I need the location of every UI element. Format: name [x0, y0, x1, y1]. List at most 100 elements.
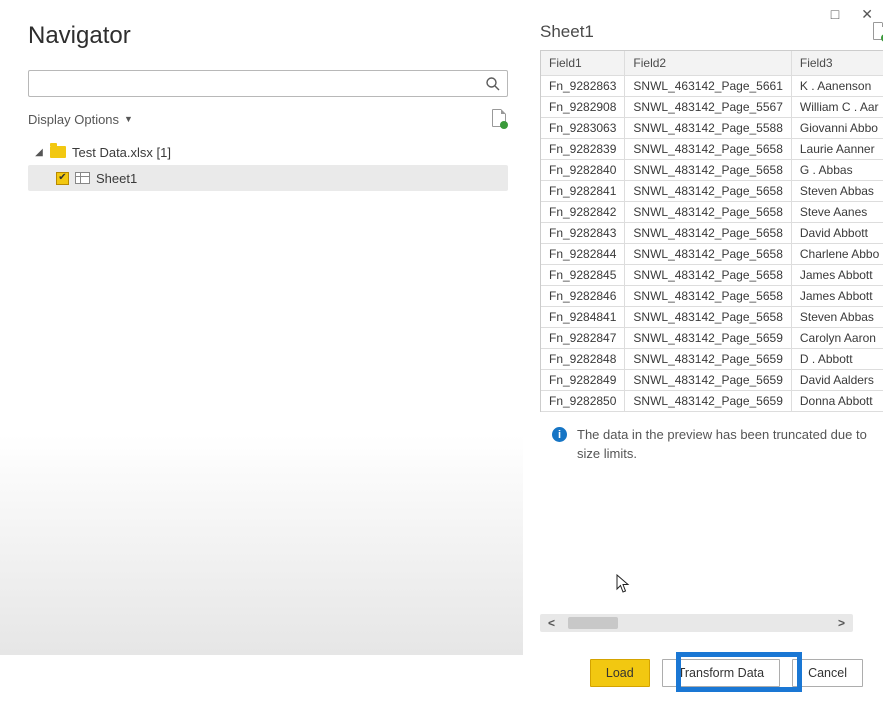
table-row[interactable]: Fn_9282908SNWL_483142_Page_5567William C… — [541, 97, 883, 118]
display-options-dropdown[interactable]: Display Options ▼ — [28, 112, 133, 127]
table-cell: Steven Abbas — [791, 307, 883, 328]
scroll-right-icon[interactable]: > — [838, 616, 845, 630]
preview-refresh-icon[interactable] — [873, 22, 883, 42]
table-cell: K . Aanenson — [791, 76, 883, 97]
collapse-caret-icon[interactable]: ◢ — [34, 147, 44, 158]
table-cell: James Abbott — [791, 286, 883, 307]
table-row[interactable]: Fn_9282846SNWL_483142_Page_5658James Abb… — [541, 286, 883, 307]
table-cell: SNWL_483142_Page_5658 — [625, 286, 791, 307]
table-cell: SNWL_483142_Page_5659 — [625, 370, 791, 391]
table-row[interactable]: Fn_9282848SNWL_483142_Page_5659D . Abbot… — [541, 349, 883, 370]
tree-view: ◢ Test Data.xlsx [1] ✔ Sheet1 — [28, 139, 508, 191]
table-cell: Steve Aanes — [791, 202, 883, 223]
file-label: Test Data.xlsx [1] — [72, 145, 171, 160]
table-cell: Fn_9282841 — [541, 181, 625, 202]
table-cell: SNWL_483142_Page_5658 — [625, 307, 791, 328]
table-cell: Fn_9282846 — [541, 286, 625, 307]
table-row[interactable]: Fn_9282849SNWL_483142_Page_5659David Aal… — [541, 370, 883, 391]
transform-data-button[interactable]: Transform Data — [662, 659, 780, 687]
tree-file-row[interactable]: ◢ Test Data.xlsx [1] — [28, 139, 508, 165]
preview-title: Sheet1 — [540, 22, 594, 42]
table-cell: Fn_9282843 — [541, 223, 625, 244]
table-row[interactable]: Fn_9282845SNWL_483142_Page_5658James Abb… — [541, 265, 883, 286]
table-cell: SNWL_483142_Page_5658 — [625, 223, 791, 244]
table-row[interactable]: Fn_9282843SNWL_483142_Page_5658David Abb… — [541, 223, 883, 244]
table-row[interactable]: Fn_9282847SNWL_483142_Page_5659Carolyn A… — [541, 328, 883, 349]
table-cell: Giovanni Abbo — [791, 118, 883, 139]
table-cell: SNWL_483142_Page_5659 — [625, 328, 791, 349]
table-cell: Fn_9282848 — [541, 349, 625, 370]
sheet-label: Sheet1 — [96, 171, 137, 186]
search-input[interactable] — [35, 76, 485, 91]
checkbox-checked-icon[interactable]: ✔ — [56, 172, 69, 185]
table-cell: SNWL_483142_Page_5659 — [625, 391, 791, 412]
table-cell: D . Abbott — [791, 349, 883, 370]
truncation-notice: i The data in the preview has been trunc… — [540, 426, 883, 464]
table-cell: SNWL_483142_Page_5567 — [625, 97, 791, 118]
table-cell: Charlene Abbo — [791, 244, 883, 265]
table-row[interactable]: Fn_9282839SNWL_483142_Page_5658Laurie Aa… — [541, 139, 883, 160]
display-options-label: Display Options — [28, 112, 119, 127]
table-cell: David Aalders — [791, 370, 883, 391]
table-row[interactable]: Fn_9282840SNWL_483142_Page_5658G . Abbas — [541, 160, 883, 181]
table-cell: Laurie Aanner — [791, 139, 883, 160]
table-row[interactable]: Fn_9284841SNWL_483142_Page_5658Steven Ab… — [541, 307, 883, 328]
table-cell: David Abbott — [791, 223, 883, 244]
table-cell: Fn_9282849 — [541, 370, 625, 391]
page-title: Navigator — [28, 22, 508, 50]
table-row[interactable]: Fn_9283063SNWL_483142_Page_5588Giovanni … — [541, 118, 883, 139]
table-cell: Fn_9282839 — [541, 139, 625, 160]
chevron-down-icon: ▼ — [124, 114, 133, 124]
table-cell: Donna Abbott — [791, 391, 883, 412]
scroll-thumb[interactable] — [568, 617, 618, 629]
column-header[interactable]: Field1 — [541, 51, 625, 76]
table-cell: SNWL_483142_Page_5658 — [625, 181, 791, 202]
scroll-left-icon[interactable]: < — [548, 616, 555, 630]
table-cell: Fn_9282863 — [541, 76, 625, 97]
search-input-wrap[interactable] — [28, 70, 508, 97]
table-cell: SNWL_483142_Page_5588 — [625, 118, 791, 139]
column-header[interactable]: Field2 — [625, 51, 791, 76]
truncation-text: The data in the preview has been truncat… — [577, 426, 883, 464]
table-icon — [75, 172, 90, 184]
folder-icon — [50, 146, 66, 158]
table-cell: Carolyn Aaron — [791, 328, 883, 349]
load-button[interactable]: Load — [590, 659, 650, 687]
table-row[interactable]: Fn_9282850SNWL_483142_Page_5659Donna Abb… — [541, 391, 883, 412]
table-cell: Fn_9282842 — [541, 202, 625, 223]
table-cell: Fn_9284841 — [541, 307, 625, 328]
info-icon: i — [552, 427, 567, 442]
table-cell: Steven Abbas — [791, 181, 883, 202]
table-row[interactable]: Fn_9282863SNWL_463142_Page_5661K . Aanen… — [541, 76, 883, 97]
search-icon[interactable] — [485, 76, 501, 92]
table-cell: James Abbott — [791, 265, 883, 286]
cancel-button[interactable]: Cancel — [792, 659, 863, 687]
table-cell: SNWL_483142_Page_5658 — [625, 265, 791, 286]
column-header[interactable]: Field3 — [791, 51, 883, 76]
table-cell: Fn_9282844 — [541, 244, 625, 265]
table-cell: Fn_9283063 — [541, 118, 625, 139]
table-cell: Fn_9282908 — [541, 97, 625, 118]
tree-sheet-row[interactable]: ✔ Sheet1 — [28, 165, 508, 191]
table-row[interactable]: Fn_9282844SNWL_483142_Page_5658Charlene … — [541, 244, 883, 265]
maximize-icon[interactable]: □ — [831, 6, 839, 23]
table-cell: SNWL_483142_Page_5658 — [625, 244, 791, 265]
horizontal-scrollbar[interactable]: < > — [540, 614, 853, 632]
table-cell: SNWL_483142_Page_5659 — [625, 349, 791, 370]
table-cell: William C . Aar — [791, 97, 883, 118]
close-icon[interactable]: ✕ — [861, 6, 873, 23]
table-cell: SNWL_483142_Page_5658 — [625, 160, 791, 181]
table-cell: SNWL_483142_Page_5658 — [625, 139, 791, 160]
preview-table: Field1 Field2 Field3 Fn_9282863SNWL_4631… — [540, 50, 883, 412]
table-cell: Fn_9282850 — [541, 391, 625, 412]
table-row[interactable]: Fn_9282841SNWL_483142_Page_5658Steven Ab… — [541, 181, 883, 202]
table-header-row: Field1 Field2 Field3 — [541, 51, 883, 76]
table-cell: Fn_9282847 — [541, 328, 625, 349]
table-cell: Fn_9282840 — [541, 160, 625, 181]
table-cell: SNWL_463142_Page_5661 — [625, 76, 791, 97]
refresh-page-icon[interactable] — [492, 109, 508, 129]
table-cell: G . Abbas — [791, 160, 883, 181]
table-cell: SNWL_483142_Page_5658 — [625, 202, 791, 223]
table-cell: Fn_9282845 — [541, 265, 625, 286]
table-row[interactable]: Fn_9282842SNWL_483142_Page_5658Steve Aan… — [541, 202, 883, 223]
